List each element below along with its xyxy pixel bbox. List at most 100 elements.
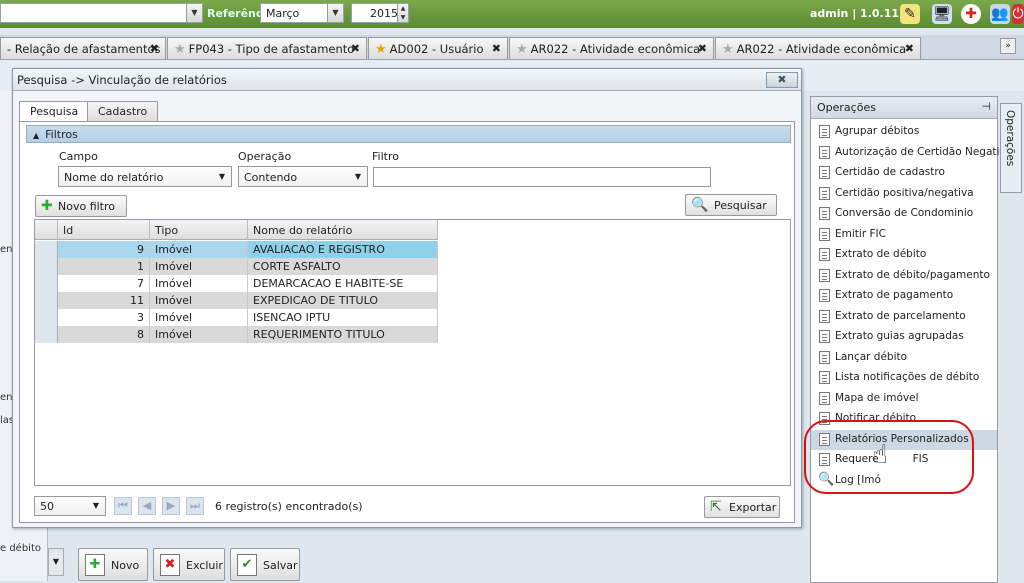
computer-icon[interactable]: 🖥 <box>932 4 952 24</box>
table-row[interactable]: 8 Imóvel REQUERIMENTO TITULO <box>35 326 438 343</box>
document-icon <box>819 125 830 138</box>
document-icon <box>819 289 830 302</box>
year-value: 2015 <box>370 7 398 20</box>
table-row[interactable]: 7 Imóvel DEMARCACAO E HABITE-SE <box>35 275 438 292</box>
close-icon[interactable]: ✖ <box>492 42 501 55</box>
collapse-icon[interactable]: ▲ <box>33 131 39 140</box>
salvar-button[interactable]: ✔ Salvar <box>230 548 300 581</box>
operation-item[interactable]: Emitir FIC <box>811 225 997 245</box>
star-icon[interactable]: ★ <box>722 42 734 57</box>
row-selector[interactable] <box>35 292 58 309</box>
operation-item[interactable]: Extrato de débito/pagamento <box>811 266 997 286</box>
exportar-button[interactable]: ⇱ Exportar <box>704 496 780 518</box>
document-icon <box>819 228 830 241</box>
close-icon[interactable]: ✖ <box>905 42 914 55</box>
close-icon[interactable]: ✖ <box>150 42 159 55</box>
star-icon[interactable]: ★ <box>174 42 186 57</box>
table-row[interactable]: 3 Imóvel ISENCAO IPTU <box>35 309 438 326</box>
operation-item[interactable]: Extrato de pagamento <box>811 286 997 306</box>
last-page-icon[interactable]: ⏭ <box>186 497 204 515</box>
operations-side-tab[interactable]: Operações <box>1000 103 1022 193</box>
tab-label: AR022 - Atividade econômica <box>530 42 701 56</box>
close-icon[interactable]: ✖ <box>766 72 798 88</box>
help-lifebuoy-icon[interactable]: ✚ <box>961 4 981 24</box>
table-row[interactable]: 11 Imóvel EXPEDICAO DE TITULO <box>35 292 438 309</box>
tab-cadastro[interactable]: Cadastro <box>87 101 159 121</box>
row-selector[interactable] <box>35 309 58 326</box>
close-icon[interactable]: ✖ <box>351 42 360 55</box>
chevron-down-icon[interactable]: ▼ <box>327 4 343 22</box>
novo-filtro-button[interactable]: ✚ Novo filtro <box>35 195 127 217</box>
prev-page-icon[interactable]: ◀ <box>138 497 156 515</box>
tab-ar022-1[interactable]: ★ AR022 - Atividade econômica ✖ <box>509 37 714 59</box>
delete-document-icon: ✖ <box>160 554 180 576</box>
tab-pesquisa[interactable]: Pesquisa <box>19 101 90 122</box>
novo-button[interactable]: ✚ Novo <box>78 548 148 581</box>
pager: 50 ▼ ⏮ ◀ ▶ ⏭ 6 registro(s) encontrado(s) … <box>34 494 791 520</box>
document-icon <box>819 392 830 405</box>
scroll-down-button[interactable]: ▼ <box>48 548 64 576</box>
dialog-titlebar: Pesquisa -> Vinculação de relatórios ✖ <box>13 69 801 91</box>
operation-item[interactable]: Mapa de imóvel <box>811 389 997 409</box>
select-column-header <box>35 220 58 240</box>
records-found-label: 6 registro(s) encontrado(s) <box>215 500 363 513</box>
filtros-header[interactable]: ▲ Filtros <box>26 125 791 143</box>
month-combo[interactable]: Março ▼ <box>260 3 344 23</box>
document-icon <box>819 146 830 159</box>
table-row[interactable]: 1 Imóvel CORTE ASFALTO <box>35 258 438 275</box>
top-toolbar: ▼ Referência Março ▼ 2015 ▲ ▼ admin | 1.0… <box>0 0 1024 28</box>
operacao-select[interactable]: Contendo ▼ <box>238 166 368 187</box>
campo-select[interactable]: Nome do relatório ▼ <box>58 166 232 187</box>
year-spinner[interactable]: 2015 ▲ ▼ <box>351 3 409 23</box>
export-icon: ⇱ <box>710 499 722 515</box>
chevron-down-icon: ▼ <box>354 172 361 181</box>
operation-item[interactable]: Lançar débito <box>811 348 997 368</box>
excluir-button[interactable]: ✖ Excluir <box>153 548 225 581</box>
column-header-nome[interactable]: Nome do relatório <box>248 220 438 240</box>
exit-icon[interactable]: ⏻ <box>1012 4 1024 24</box>
module-combo[interactable]: ▼ <box>0 3 203 23</box>
chevron-down-icon[interactable]: ▼ <box>186 4 202 22</box>
document-icon <box>819 310 830 323</box>
table-row[interactable]: 9 Imóvel AVALIACAO E REGISTRO <box>35 241 438 258</box>
operation-item[interactable]: Certidão positiva/negativa <box>811 184 997 204</box>
row-selector[interactable] <box>35 275 58 292</box>
pesquisar-button[interactable]: 🔍 Pesquisar <box>685 194 777 216</box>
operation-item[interactable]: Autorização de Certidão Negativa <box>811 143 1012 163</box>
page-size-select[interactable]: 50 ▼ <box>34 496 106 516</box>
row-selector[interactable] <box>35 258 58 275</box>
document-icon <box>819 248 830 261</box>
tab-fp043[interactable]: ★ FP043 - Tipo de afastamento ✖ <box>167 37 367 59</box>
users-icon[interactable]: 👥 <box>990 4 1010 24</box>
operacao-label: Operação <box>238 150 292 163</box>
operation-item[interactable]: Certidão de cadastro <box>811 163 997 183</box>
next-page-icon[interactable]: ▶ <box>162 497 180 515</box>
check-icon: ✔ <box>237 554 257 576</box>
notes-icon[interactable]: ✎ <box>900 4 920 24</box>
row-selector[interactable] <box>35 326 58 343</box>
operation-item[interactable]: Extrato de débito <box>811 245 997 265</box>
column-header-tipo[interactable]: Tipo <box>150 220 248 240</box>
tab-relacao-afastamentos[interactable]: - Relação de afastamentos ✖ <box>0 37 166 59</box>
column-header-id[interactable]: Id <box>58 220 150 240</box>
tabs-overflow-button[interactable]: » <box>1000 38 1016 54</box>
hand-cursor-icon: ☝ <box>872 440 888 470</box>
operation-item[interactable]: Extrato de parcelamento <box>811 307 997 327</box>
pin-icon[interactable]: ⊣ <box>981 100 991 113</box>
operation-item[interactable]: Extrato guias agrupadas <box>811 327 997 347</box>
operation-item[interactable]: Lista notificações de débito <box>811 368 997 388</box>
operation-item[interactable]: Conversão de Condominio <box>811 204 997 224</box>
close-icon[interactable]: ✖ <box>698 42 707 55</box>
star-icon[interactable]: ★ <box>375 42 387 57</box>
tab-ar022-2[interactable]: ★ AR022 - Atividade econômica ✖ <box>715 37 921 59</box>
month-value: Março <box>266 7 300 20</box>
campo-label: Campo <box>59 150 98 163</box>
filtro-input[interactable] <box>373 167 711 187</box>
tab-ad002[interactable]: ★ AD002 - Usuário ✖ <box>368 37 508 59</box>
document-tabs: - Relação de afastamentos ✖ ★ FP043 - Tip… <box>0 35 1024 60</box>
star-icon[interactable]: ★ <box>516 42 528 57</box>
operation-item[interactable]: Agrupar débitos <box>811 122 997 142</box>
row-selector[interactable] <box>35 241 58 258</box>
spinner-arrows-icon[interactable]: ▲ ▼ <box>397 4 408 22</box>
first-page-icon[interactable]: ⏮ <box>114 497 132 515</box>
